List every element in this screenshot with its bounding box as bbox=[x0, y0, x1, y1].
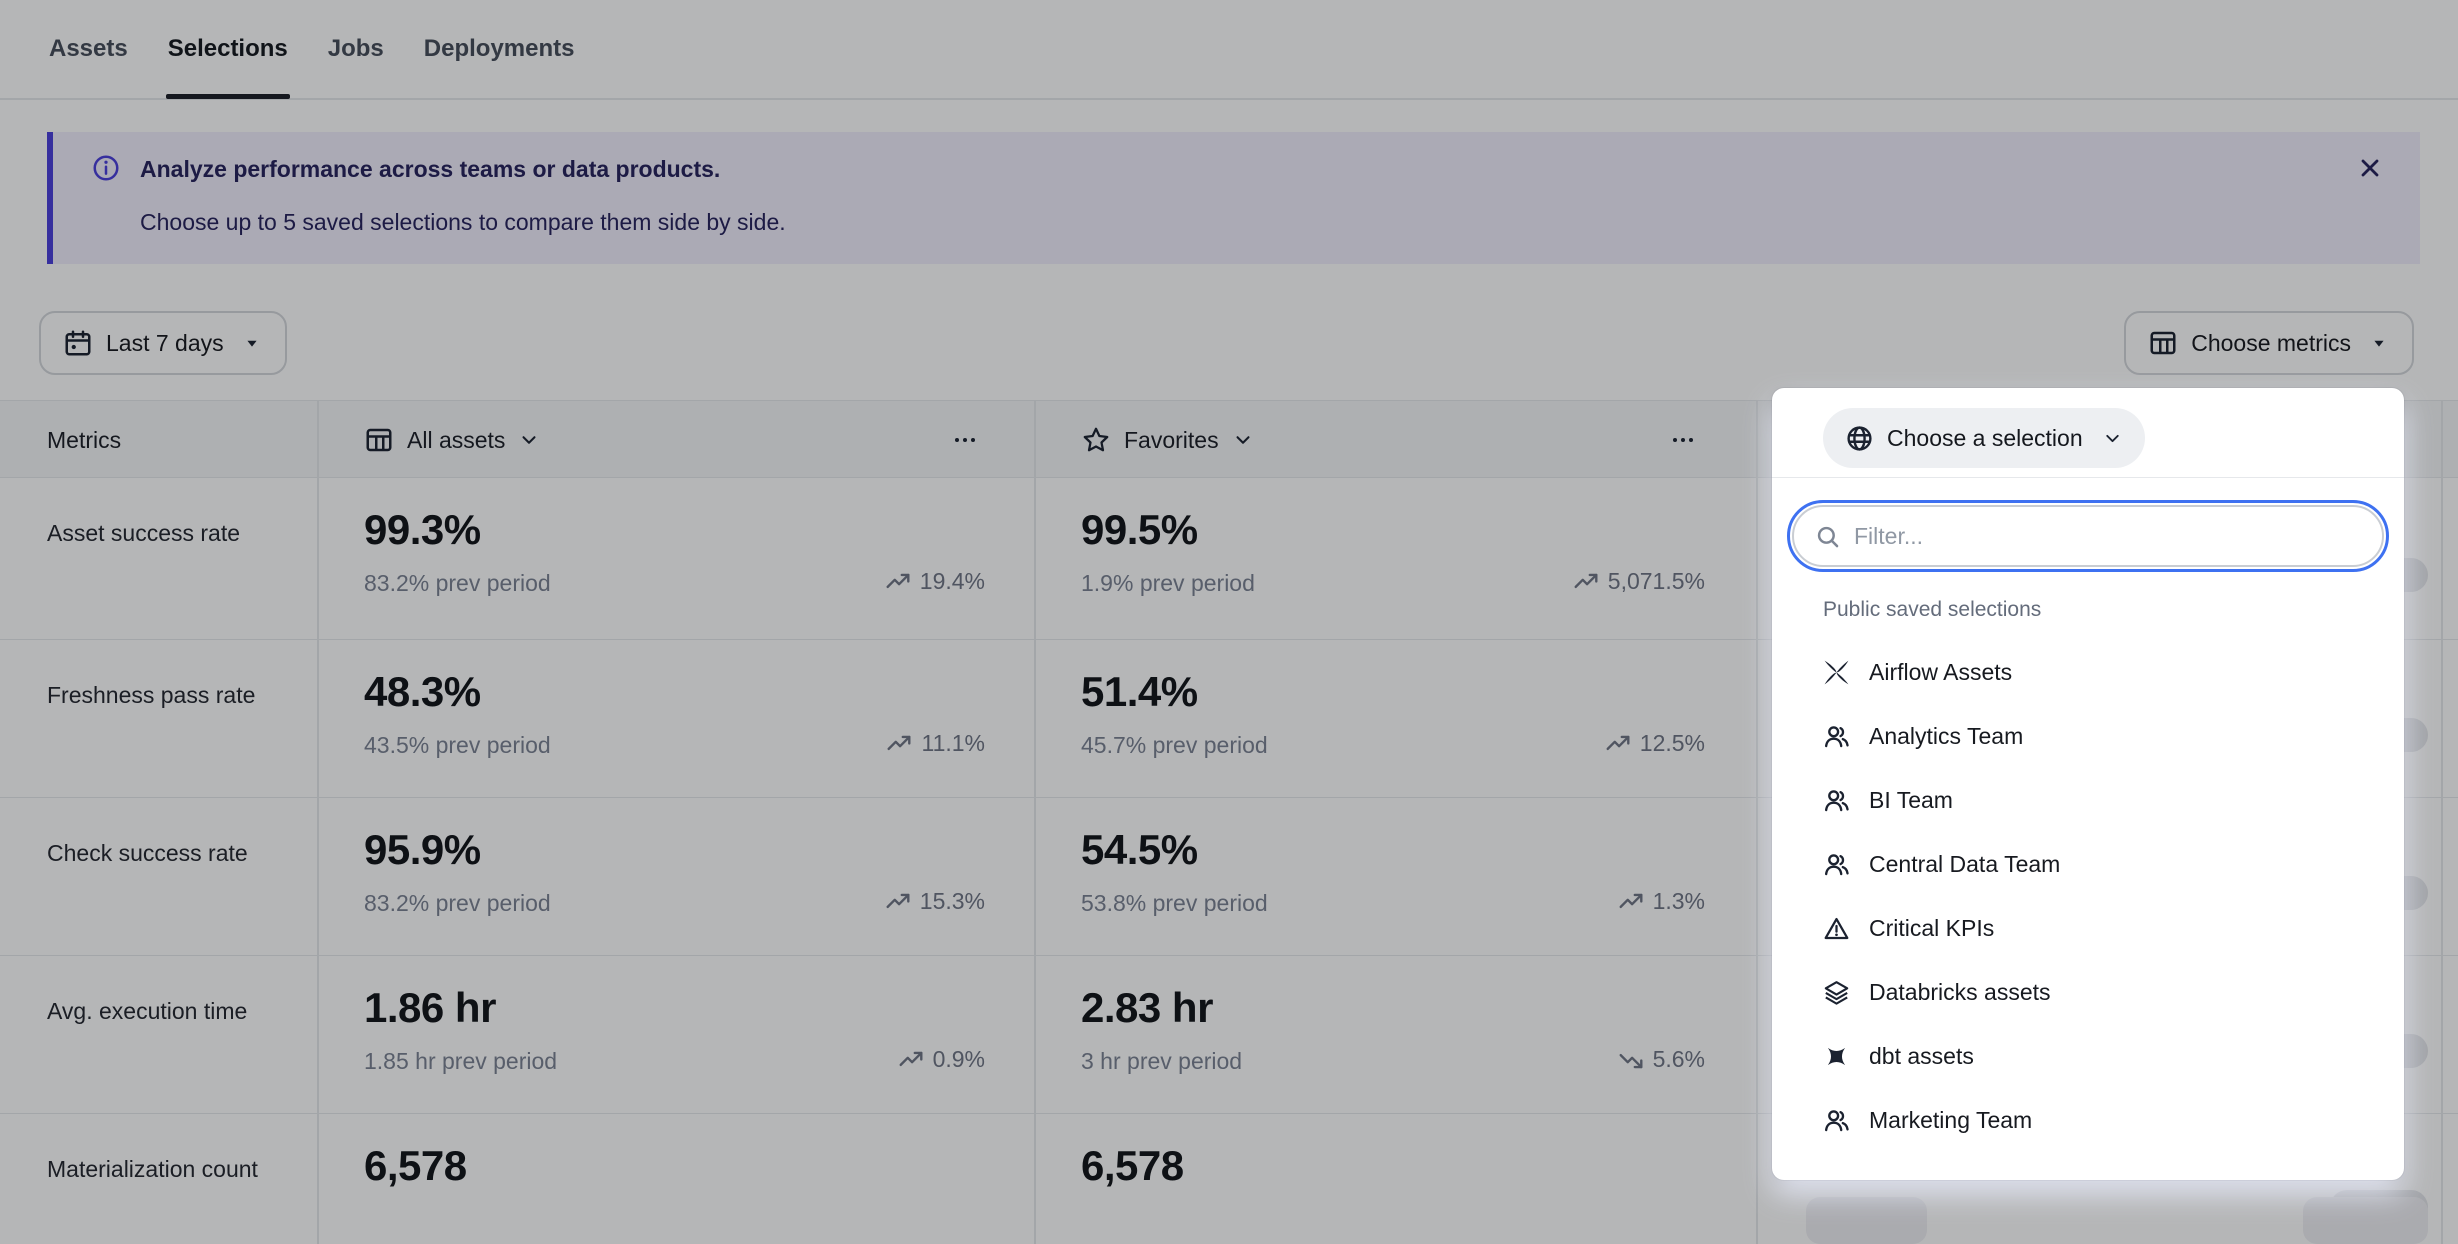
list-item-label: Analytics Team bbox=[1869, 723, 2023, 750]
choose-selection-label: Choose a selection bbox=[1887, 425, 2083, 452]
team-icon bbox=[1823, 787, 1850, 814]
warning-triangle-icon bbox=[1823, 915, 1850, 942]
choose-selection-panel: Choose a selection Public saved selectio… bbox=[1772, 388, 2404, 1180]
list-item-airflow-assets[interactable]: Airflow Assets bbox=[1772, 640, 2404, 704]
list-item-label: Critical KPIs bbox=[1869, 915, 1994, 942]
team-icon bbox=[1823, 1107, 1850, 1134]
list-item-dbt-assets[interactable]: dbt assets bbox=[1772, 1024, 2404, 1088]
list-item-bi-team[interactable]: BI Team bbox=[1772, 768, 2404, 832]
airflow-icon bbox=[1823, 659, 1850, 686]
panel-header: Choose a selection bbox=[1772, 388, 2404, 478]
list-item-critical-kpis[interactable]: Critical KPIs bbox=[1772, 896, 2404, 960]
choose-selection-button[interactable]: Choose a selection bbox=[1823, 408, 2145, 468]
insights-page: Assets Selections Jobs Deployments Analy… bbox=[0, 0, 2458, 1244]
list-item-marketing-team[interactable]: Marketing Team bbox=[1772, 1088, 2404, 1152]
chevron-down-icon bbox=[2102, 428, 2123, 449]
team-icon bbox=[1823, 723, 1850, 750]
group-label: Public saved selections bbox=[1823, 598, 2041, 622]
list-item-label: Databricks assets bbox=[1869, 979, 2051, 1006]
filter-input[interactable] bbox=[1854, 523, 2362, 550]
list-item-analytics-team[interactable]: Analytics Team bbox=[1772, 704, 2404, 768]
selection-list: Airflow Assets Analytics Team BI Team Ce… bbox=[1772, 640, 2404, 1152]
list-item-label: Airflow Assets bbox=[1869, 659, 2012, 686]
team-icon bbox=[1823, 851, 1850, 878]
list-item-label: Central Data Team bbox=[1869, 851, 2060, 878]
list-item-label: Marketing Team bbox=[1869, 1107, 2032, 1134]
filter-field bbox=[1792, 505, 2384, 567]
list-item-central-data-team[interactable]: Central Data Team bbox=[1772, 832, 2404, 896]
list-item-label: dbt assets bbox=[1869, 1043, 1974, 1070]
list-item-databricks-assets[interactable]: Databricks assets bbox=[1772, 960, 2404, 1024]
globe-icon bbox=[1845, 424, 1874, 453]
list-item-label: BI Team bbox=[1869, 787, 1953, 814]
dbt-icon bbox=[1823, 1043, 1850, 1070]
search-icon bbox=[1814, 523, 1841, 550]
layers-icon bbox=[1823, 979, 1850, 1006]
